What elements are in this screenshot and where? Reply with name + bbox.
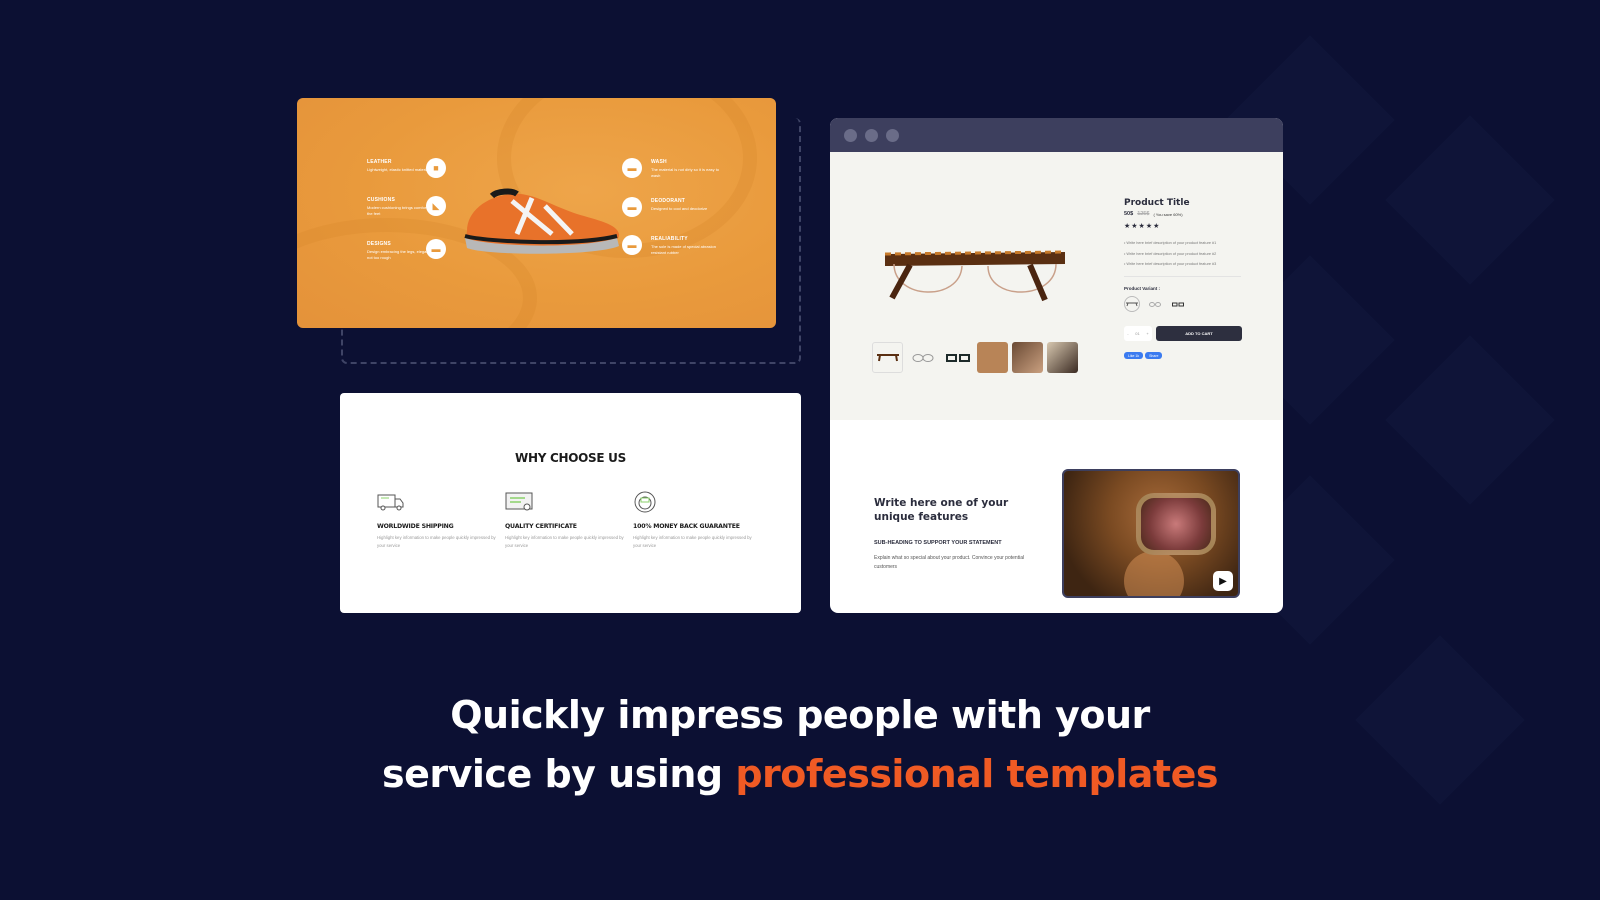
- thumbnail-1[interactable]: [872, 342, 903, 373]
- thumbnail-2[interactable]: [907, 342, 938, 373]
- bullet-item: • Write here brief description of your p…: [1124, 241, 1217, 245]
- variant-option-3[interactable]: [1170, 296, 1186, 312]
- headline-line-2: service by using professional templates: [0, 745, 1600, 804]
- why-item-text: Highlight key information to make people…: [633, 535, 752, 548]
- product-price: 50$ 125$ ( You save 60%): [1124, 211, 1183, 217]
- window-dot-minimize: [865, 128, 878, 142]
- share-button[interactable]: Share: [1145, 352, 1163, 359]
- shoe-template-card[interactable]: LEATHER Lightweight, elastic knitted mat…: [297, 98, 776, 328]
- social-buttons: Like 1k Share: [1124, 352, 1163, 359]
- play-icon[interactable]: ▶: [1213, 571, 1233, 591]
- old-price: 125$: [1137, 211, 1150, 217]
- savings-label: ( You save 60%): [1153, 211, 1183, 217]
- feature-title: DEODORANT: [651, 198, 686, 204]
- headline-line-1: Quickly impress people with your: [450, 693, 1150, 737]
- thumbnail-3[interactable]: [942, 342, 973, 373]
- why-item-title: WORLDWIDE SHIPPING: [377, 523, 454, 530]
- why-choose-us-card[interactable]: WHY CHOOSE US WORLDWIDE SHIPPING Highlig…: [340, 393, 801, 613]
- qty-value[interactable]: 01: [1135, 331, 1139, 336]
- shoe-design-icon: ▬: [426, 239, 446, 259]
- video-thumbnail-glasses: [1136, 493, 1216, 555]
- certificate-icon: [505, 492, 533, 511]
- variant-option-1[interactable]: [1124, 296, 1140, 312]
- cushion-icon: ◣: [426, 196, 446, 216]
- feature-reliability: REALIABILITY The sole is made of special…: [651, 236, 721, 256]
- feature-text: The material is not dirty so it is easy …: [651, 167, 720, 178]
- rating-stars: ★★★★★: [1124, 223, 1161, 230]
- why-item-title: QUALITY CERTIFICATE: [505, 523, 577, 530]
- qty-decrease-button[interactable]: -: [1127, 331, 1128, 336]
- product-thumbnails: [872, 342, 1078, 373]
- why-item-certificate: QUALITY CERTIFICATE Highlight key inform…: [505, 491, 625, 550]
- browser-title-bar: [830, 118, 1283, 152]
- leather-icon: ■: [426, 158, 446, 178]
- feature-title: REALIABILITY: [651, 236, 688, 242]
- wash-icon: ▬: [622, 158, 642, 178]
- why-item-money-back: 100% MONEY BACK GUARANTEE Highlight key …: [633, 491, 753, 550]
- running-shoe-image: [464, 188, 620, 254]
- glasses-product-image: [884, 250, 1066, 302]
- divider: [1124, 276, 1241, 277]
- headline: Quickly impress people with your service…: [0, 686, 1600, 804]
- add-to-cart-button[interactable]: ADD TO CART: [1156, 326, 1242, 341]
- thumbnail-4[interactable]: [977, 342, 1008, 373]
- why-item-shipping: WORLDWIDE SHIPPING Highlight key informa…: [377, 491, 497, 550]
- bg-diamond: [1385, 335, 1555, 505]
- feature-wash: WASH The material is not dirty so it is …: [651, 159, 721, 179]
- window-dot-close: [844, 128, 857, 142]
- headline-plain: service by using: [382, 752, 736, 796]
- variant-selector: [1124, 296, 1186, 312]
- feature-title: WASH: [651, 159, 667, 165]
- variant-label: Product Variant :: [1124, 286, 1161, 291]
- why-choose-us-title: WHY CHOOSE US: [515, 451, 626, 465]
- product-section: Product Title 50$ 125$ ( You save 60%) ★…: [830, 152, 1283, 420]
- headline-accent: professional templates: [735, 752, 1218, 796]
- why-item-text: Highlight key information to make people…: [505, 535, 624, 548]
- feature-subheading: SUB-HEADING TO SUPPORT YOUR STATEMENT: [874, 540, 1002, 546]
- truck-icon: [377, 494, 404, 511]
- current-price: 50$: [1124, 211, 1134, 217]
- feature-video[interactable]: ▶: [1062, 469, 1240, 598]
- money-back-icon: [634, 491, 656, 513]
- sole-icon: ▬: [622, 235, 642, 255]
- variant-option-2[interactable]: [1147, 296, 1163, 312]
- like-button[interactable]: Like 1k: [1124, 352, 1144, 359]
- why-item-title: 100% MONEY BACK GUARANTEE: [633, 523, 740, 530]
- bullet-item: • Write here brief description of your p…: [1124, 251, 1217, 256]
- feature-text: Designed to cool and deodorize: [651, 206, 708, 211]
- quantity-stepper[interactable]: - 01 +: [1124, 326, 1152, 341]
- why-item-text: Highlight key information to make people…: [377, 535, 496, 548]
- bg-diamond: [1385, 115, 1555, 285]
- video-thumbnail-face: [1124, 551, 1184, 596]
- window-dot-maximize: [886, 128, 899, 142]
- feature-text: The sole is made of special abrasion res…: [651, 244, 716, 255]
- deodorant-icon: ▬: [622, 197, 642, 217]
- thumbnail-5[interactable]: [1012, 342, 1043, 373]
- feature-description: Explain what so special about your produ…: [874, 555, 1025, 570]
- thumbnail-6[interactable]: [1047, 342, 1078, 373]
- qty-increase-button[interactable]: +: [1146, 331, 1148, 336]
- product-title: Product Title: [1124, 198, 1190, 208]
- bullet-item: • Write here brief description of your p…: [1124, 262, 1217, 266]
- feature-deodorant: DEODORANT Designed to cool and deodorize: [651, 198, 721, 212]
- feature-bullets: • Write here brief description of your p…: [1124, 238, 1216, 270]
- feature-heading: Write here one of your unique features: [874, 497, 1009, 523]
- product-page-browser-mockup[interactable]: Product Title 50$ 125$ ( You save 60%) ★…: [830, 118, 1283, 613]
